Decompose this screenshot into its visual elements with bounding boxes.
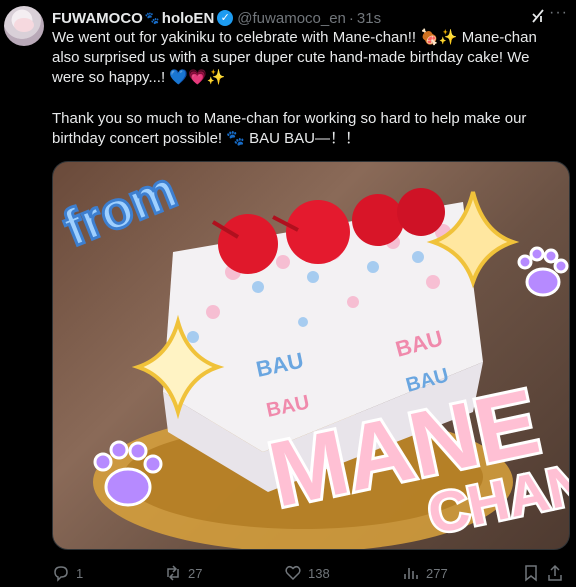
author-name[interactable]: FUWAMOCO	[52, 10, 143, 27]
more-icon[interactable]: ···	[549, 4, 568, 22]
paw-icon: 🐾	[144, 11, 160, 25]
post-text: We went out for yakiniku to celebrate wi…	[52, 28, 564, 149]
post-paragraph-1: We went out for yakiniku to celebrate wi…	[52, 29, 537, 86]
post-timestamp[interactable]: 31s	[357, 10, 381, 27]
reply-button[interactable]: 1	[52, 564, 83, 582]
like-button[interactable]: 138	[284, 564, 330, 582]
repost-count: 27	[188, 565, 203, 581]
like-count: 138	[308, 565, 330, 581]
separator: ·	[348, 9, 354, 27]
post-header: FUWAMOCO 🐾 holoEN ✓ @fuwamoco_en · 31s	[52, 8, 566, 28]
repost-icon	[167, 565, 179, 581]
post-image[interactable]: BAU BAU BAU BAU from MANE CHAN	[52, 161, 570, 550]
share-icon	[548, 564, 562, 581]
share-button[interactable]	[546, 564, 564, 582]
author-org[interactable]: holoEN	[162, 10, 215, 27]
cake-photo: BAU BAU BAU BAU from MANE CHAN	[54, 162, 569, 549]
avatar[interactable]	[4, 6, 44, 46]
verified-badge-icon: ✓	[217, 10, 234, 26]
action-bar: 1 27 138 277	[52, 564, 568, 582]
reply-icon	[54, 566, 68, 582]
post-paragraph-2: Thank you so much to Mane-chan for worki…	[52, 110, 527, 147]
heart-icon	[285, 565, 301, 581]
views-count: 277	[426, 565, 448, 581]
grok-icon[interactable]	[530, 8, 546, 24]
repost-button[interactable]: 27	[164, 564, 202, 582]
views-button[interactable]: 277	[402, 564, 448, 582]
sticker-from: from	[56, 162, 185, 258]
views-icon	[404, 568, 418, 579]
bookmark-button[interactable]	[522, 564, 540, 582]
bookmark-icon	[525, 565, 537, 582]
reply-count: 1	[76, 565, 84, 581]
author-handle[interactable]: @fuwamoco_en	[237, 10, 346, 27]
